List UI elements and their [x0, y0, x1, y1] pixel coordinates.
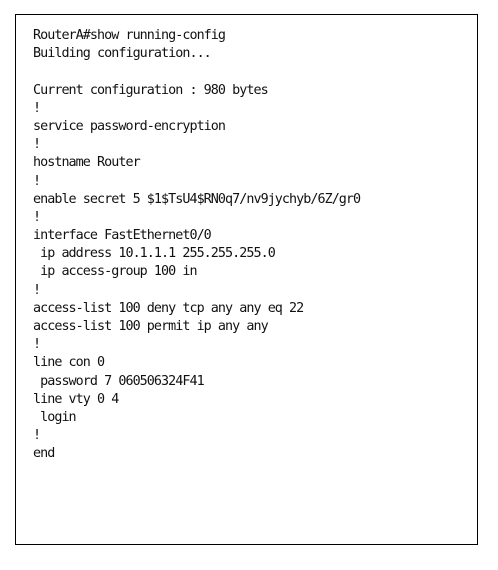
output-line: line con 0 — [33, 355, 105, 371]
terminal-output-frame: RouterA#show running-config Building con… — [15, 14, 478, 545]
output-line: ! — [33, 337, 41, 353]
terminal-output: RouterA#show running-config Building con… — [33, 27, 471, 464]
output-line: ip access-group 100 in — [33, 264, 197, 280]
output-line: enable secret 5 $1$TsU4$RN0q7/nv9jychyb/… — [33, 191, 361, 207]
output-line: ! — [33, 209, 41, 225]
output-line: ! — [33, 173, 41, 189]
output-line — [33, 63, 471, 81]
output-line: ! — [33, 282, 41, 298]
output-line: Current configuration : 980 bytes — [33, 82, 269, 98]
output-line: ip address 10.1.1.1 255.255.255.0 — [33, 246, 276, 262]
output-line: hostname Router — [33, 155, 141, 171]
output-line: ! — [33, 428, 41, 444]
output-line: password 7 060506324F41 — [33, 373, 205, 389]
output-line: access-list 100 permit ip any any — [33, 319, 269, 334]
output-line: access-list 100 deny tcp any any eq 22 — [33, 300, 304, 316]
prompt-command-line: RouterA#show running-config — [33, 28, 226, 43]
output-line: line vty 0 4 — [33, 391, 119, 407]
output-line: ! — [33, 137, 41, 153]
output-line: ! — [33, 100, 41, 116]
output-line: interface FastEthernet0/0 — [33, 228, 212, 244]
output-line: end — [33, 446, 55, 462]
output-line: Building configuration... — [33, 46, 212, 62]
output-line: service password-encryption — [33, 118, 226, 134]
output-line: login — [33, 409, 77, 425]
